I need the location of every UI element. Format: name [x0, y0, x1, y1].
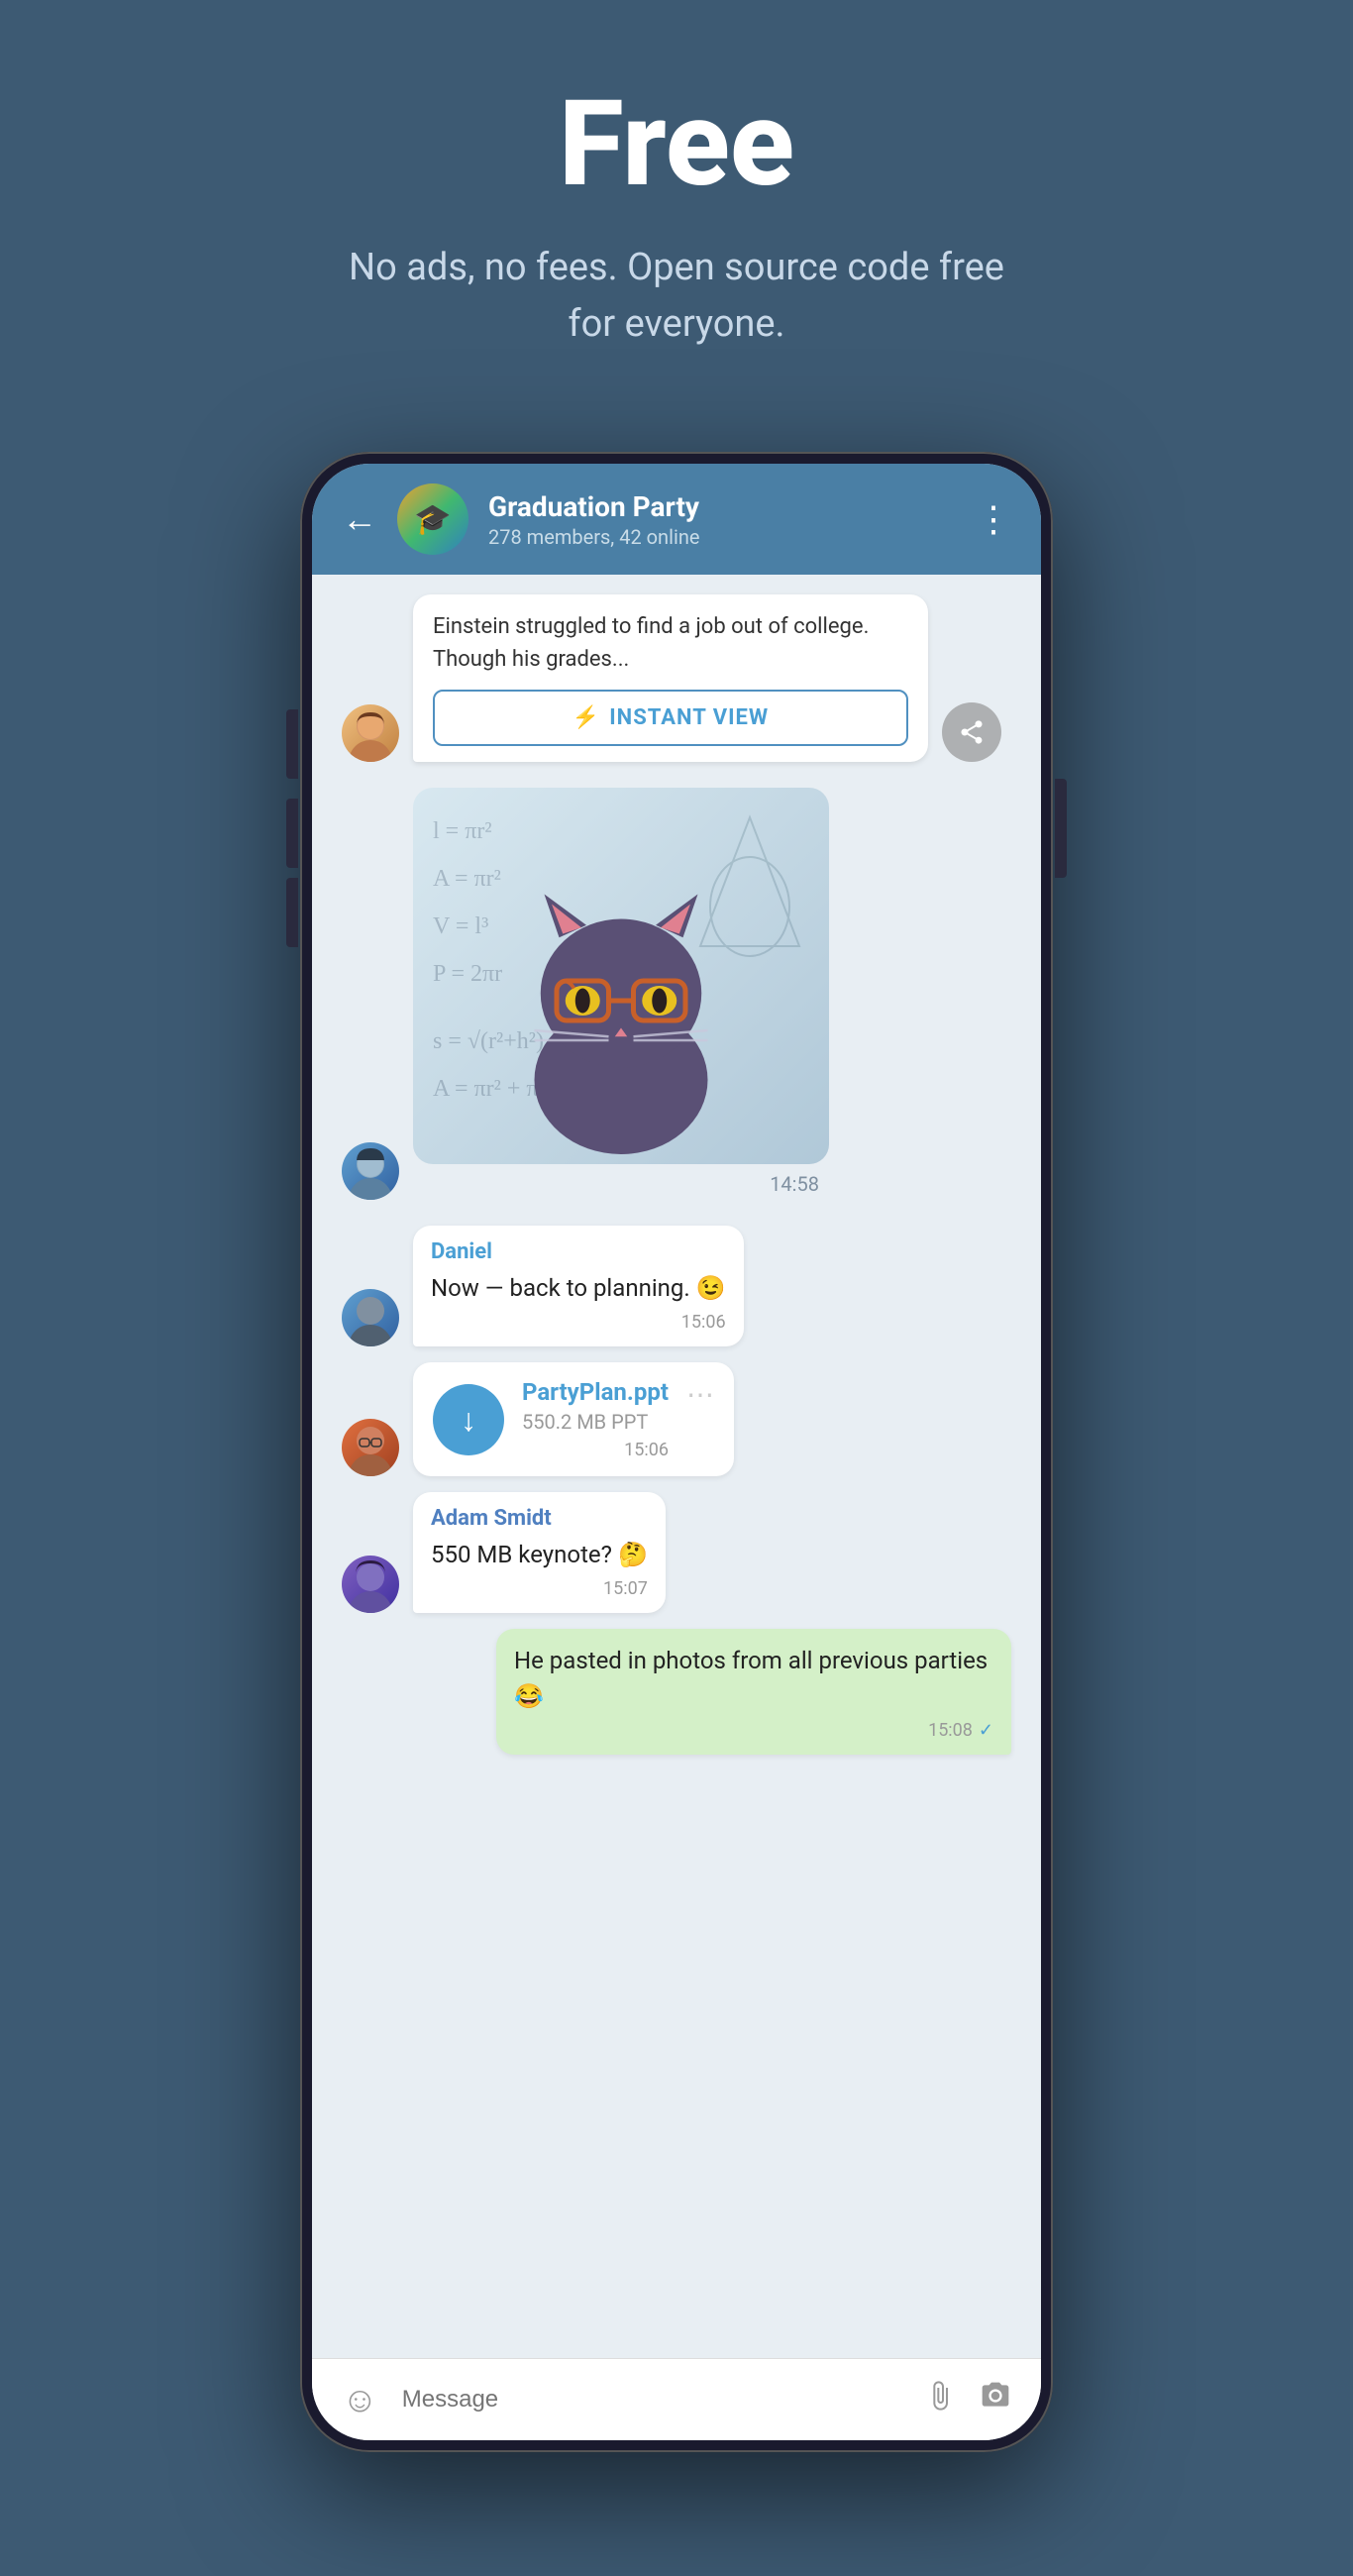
- outgoing-msg-time: 15:08: [928, 1720, 973, 1741]
- daniel-bubble: Daniel Now — back to planning. 😉 15:06: [413, 1226, 744, 1346]
- sticker-time: 14:58: [413, 1164, 829, 1200]
- input-bar: ☺: [312, 2358, 1041, 2440]
- daniel-message-text: Now — back to planning. 😉: [431, 1270, 726, 1306]
- sticker-container: l = πr² A = πr² V = l³ P = 2πr s = √(r²+…: [342, 788, 829, 1200]
- more-button[interactable]: ⋮: [976, 498, 1011, 540]
- adam-bubble: Adam Smidt 550 MB keynote? 🤔 15:07: [413, 1492, 666, 1613]
- iv-button-label: INSTANT VIEW: [609, 705, 769, 730]
- iv-text: Einstein struggled to find a job out of …: [433, 610, 908, 676]
- file-msg-meta: 15:06: [522, 1440, 669, 1460]
- phone-screen: ← 🎓 Graduation Party 278 members, 42 onl…: [312, 464, 1041, 2440]
- file-msg-time: 15:06: [624, 1440, 669, 1460]
- phone-frame: ← 🎓 Graduation Party 278 members, 42 onl…: [300, 452, 1053, 2452]
- group-avatar: 🎓: [397, 483, 468, 555]
- adam-msg-meta: 15:07: [431, 1578, 648, 1599]
- iv-message-row: Einstein struggled to find a job out of …: [342, 594, 1011, 762]
- hero-subtitle: No ads, no fees. Open source code free f…: [330, 240, 1023, 353]
- file-name: PartyPlan.ppt: [522, 1378, 669, 1406]
- daniel-msg-meta: 15:06: [431, 1312, 726, 1333]
- sticker-area: l = πr² A = πr² V = l³ P = 2πr s = √(r²+…: [342, 788, 1011, 1200]
- message-input[interactable]: [402, 2386, 900, 2414]
- phone-wrapper: ← 🎓 Graduation Party 278 members, 42 onl…: [300, 452, 1053, 2452]
- download-arrow-icon: ↓: [461, 1401, 476, 1439]
- avatar-adam: [342, 1556, 399, 1613]
- iv-bubble: Einstein struggled to find a job out of …: [413, 594, 928, 762]
- avatar-man1: [342, 1142, 399, 1200]
- adam-message-row: Adam Smidt 550 MB keynote? 🤔 15:07: [342, 1492, 1011, 1613]
- file-bubble: ↓ PartyPlan.ppt 550.2 MB PPT 15:06 ⋯: [413, 1362, 734, 1476]
- read-receipt-icon: ✓: [979, 1720, 993, 1741]
- outgoing-message-row: He pasted in photos from all previous pa…: [342, 1629, 1011, 1755]
- group-info-container: Graduation Party 278 members, 42 online: [488, 490, 956, 549]
- outgoing-msg-meta: 15:08 ✓: [514, 1720, 993, 1741]
- outgoing-message-text: He pasted in photos from all previous pa…: [514, 1643, 993, 1714]
- emoji-button[interactable]: ☺: [342, 2379, 378, 2420]
- group-members: 278 members, 42 online: [488, 525, 956, 549]
- chat-body: Einstein struggled to find a job out of …: [312, 575, 1041, 2358]
- chat-header: ← 🎓 Graduation Party 278 members, 42 onl…: [312, 464, 1041, 575]
- outgoing-bubble: He pasted in photos from all previous pa…: [496, 1629, 1011, 1755]
- group-name: Graduation Party: [488, 490, 956, 523]
- back-button[interactable]: ←: [342, 498, 377, 540]
- hero-section: Free No ads, no fees. Open source code f…: [0, 0, 1353, 412]
- adam-sender-name: Adam Smidt: [431, 1506, 648, 1531]
- file-size: 550.2 MB PPT: [522, 1410, 669, 1434]
- avatar-woman: [342, 704, 399, 762]
- download-button[interactable]: ↓: [433, 1384, 504, 1455]
- camera-button[interactable]: [980, 2379, 1011, 2420]
- avatar-daniel: [342, 1289, 399, 1346]
- lightning-icon: ⚡: [572, 705, 599, 730]
- adam-msg-time: 15:07: [603, 1578, 648, 1599]
- hero-title: Free: [559, 79, 794, 210]
- daniel-msg-time: 15:06: [681, 1312, 726, 1333]
- file-info: PartyPlan.ppt 550.2 MB PPT 15:06: [522, 1378, 669, 1460]
- attach-button[interactable]: [924, 2379, 956, 2420]
- avatar-file-sender: [342, 1419, 399, 1476]
- instant-view-button[interactable]: ⚡ INSTANT VIEW: [433, 690, 908, 746]
- file-message-row: ↓ PartyPlan.ppt 550.2 MB PPT 15:06 ⋯: [342, 1362, 1011, 1476]
- adam-message-text: 550 MB keynote? 🤔: [431, 1537, 648, 1572]
- daniel-sender-name: Daniel: [431, 1239, 726, 1264]
- spacer: [342, 1771, 1011, 1850]
- sticker-image: l = πr² A = πr² V = l³ P = 2πr s = √(r²+…: [413, 788, 829, 1164]
- daniel-message-row: Daniel Now — back to planning. 😉 15:06: [342, 1226, 1011, 1346]
- cat-sticker-svg: [492, 857, 750, 1154]
- file-more-button[interactable]: ⋯: [686, 1378, 714, 1411]
- share-button[interactable]: [942, 702, 1001, 762]
